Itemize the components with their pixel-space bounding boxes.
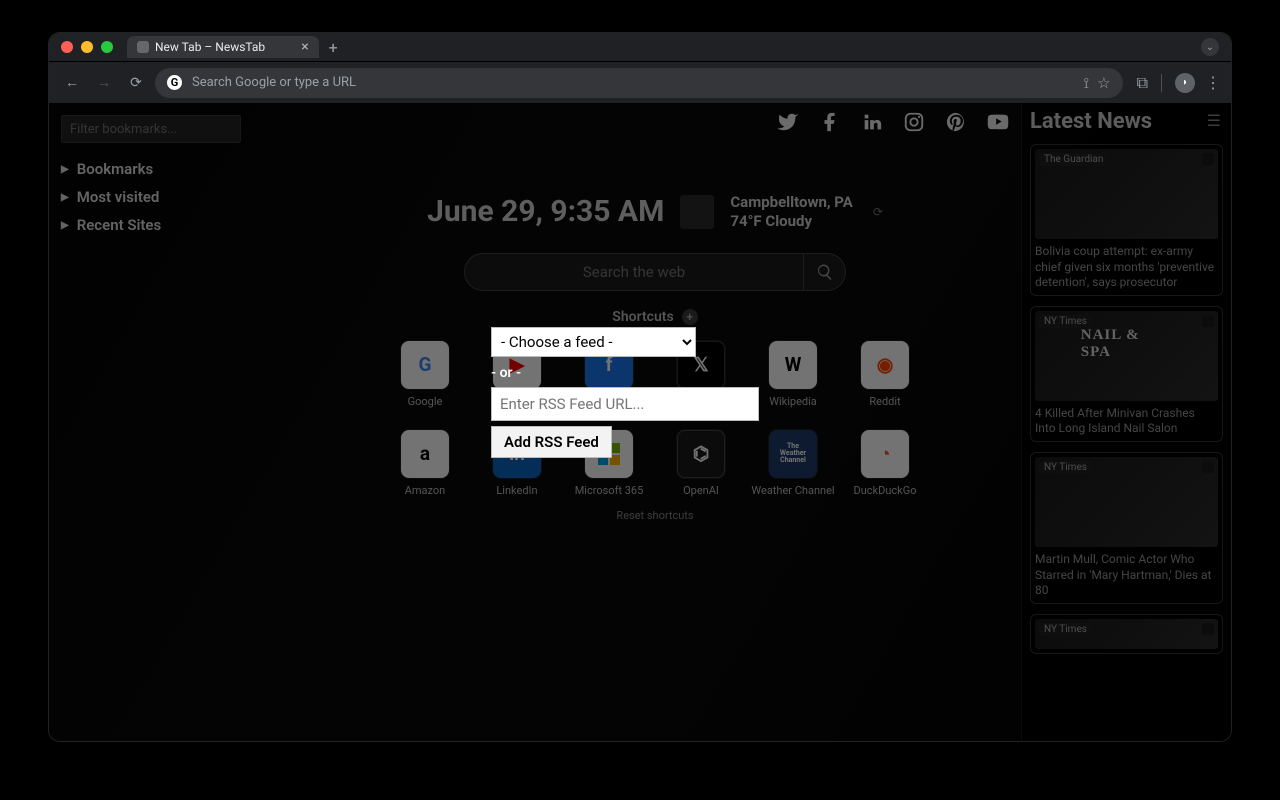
address-bar[interactable]: G Search Google or type a URL ⟟ ☆: [155, 68, 1123, 98]
news-menu-icon[interactable]: ☰: [1207, 111, 1221, 130]
close-window-button[interactable]: [61, 41, 73, 53]
filter-bookmarks-input[interactable]: [61, 115, 241, 143]
news-card[interactable]: NY Times NAIL & SPA 4 Killed After Miniv…: [1030, 306, 1223, 442]
clock-weather-row: June 29, 9:35 AM Campbelltown, PA 74°F C…: [427, 193, 883, 231]
news-card[interactable]: NY Times: [1030, 614, 1223, 654]
google-icon: G: [167, 75, 182, 90]
menu-dots-icon[interactable]: ⋮: [1205, 73, 1221, 92]
separator: [1161, 74, 1162, 92]
expand-icon: ▶: [61, 220, 69, 231]
search-icon: [816, 263, 834, 281]
weather-text: Campbelltown, PA 74°F Cloudy: [730, 193, 852, 231]
weather-location: Campbelltown, PA: [730, 193, 852, 212]
expand-icon: ▶: [61, 164, 69, 175]
source-favicon: [1202, 153, 1214, 165]
toolbar: ← → ⟳ G Search Google or type a URL ⟟ ☆ …: [49, 61, 1231, 103]
shortcut-reddit[interactable]: ◉Reddit: [840, 341, 930, 408]
datetime: June 29, 9:35 AM: [427, 194, 664, 229]
browser-tab[interactable]: New Tab – NewsTab ×: [127, 36, 319, 58]
news-sidebar: Latest News ☰ The Guardian Bolivia coup …: [1021, 103, 1231, 741]
tab-title: New Tab – NewsTab: [155, 40, 265, 54]
youtube-icon[interactable]: [987, 111, 1009, 133]
news-card[interactable]: The Guardian Bolivia coup attempt: ex-ar…: [1030, 144, 1223, 296]
sidebar-item-most-visited[interactable]: ▶Most visited: [61, 185, 277, 209]
tab-overflow-button[interactable]: ⌄: [1201, 38, 1219, 56]
forward-button[interactable]: →: [91, 70, 117, 96]
weather-condition: 74°F Cloudy: [730, 212, 852, 231]
source-favicon: [1202, 315, 1214, 327]
titlebar: New Tab – NewsTab × + ⌄: [49, 33, 1231, 61]
shortcut-amazon[interactable]: aAmazon: [380, 430, 470, 497]
news-headline: 4 Killed After Minivan Crashes Into Long…: [1035, 406, 1218, 437]
news-source: NY Times: [1039, 623, 1092, 636]
maximize-window-button[interactable]: [101, 41, 113, 53]
tab-favicon: [137, 41, 149, 53]
news-headline: Martin Mull, Comic Actor Who Starred in …: [1035, 552, 1218, 599]
tab-close-icon[interactable]: ×: [301, 39, 308, 55]
search-bar: [464, 253, 846, 291]
instagram-icon[interactable]: [903, 111, 925, 133]
news-image: NY Times NAIL & SPA: [1035, 311, 1218, 401]
expand-icon: ▶: [61, 192, 69, 203]
news-image: The Guardian: [1035, 149, 1218, 239]
weather-icon: [680, 195, 714, 229]
browser-window: New Tab – NewsTab × + ⌄ ← → ⟳ G Search G…: [48, 32, 1232, 742]
facebook-icon[interactable]: [819, 111, 841, 133]
social-icons: [777, 111, 1009, 133]
left-sidebar: ▶Bookmarks ▶Most visited ▶Recent Sites: [49, 103, 289, 741]
extensions-icon[interactable]: ⧉: [1137, 73, 1148, 93]
source-favicon: [1202, 623, 1214, 635]
reload-button[interactable]: ⟳: [123, 70, 149, 96]
new-tab-button[interactable]: +: [329, 38, 338, 57]
twitter-icon[interactable]: [777, 111, 799, 133]
news-title: Latest News: [1030, 109, 1223, 134]
pinterest-icon[interactable]: [945, 111, 967, 133]
reset-shortcuts-link[interactable]: Reset shortcuts: [616, 509, 693, 522]
back-button[interactable]: ←: [59, 70, 85, 96]
weather-refresh-icon[interactable]: ⟳: [873, 205, 883, 219]
news-card[interactable]: NY Times Martin Mull, Comic Actor Who St…: [1030, 452, 1223, 604]
add-feed-modal: - Choose a feed - - or - Add RSS Feed: [491, 327, 791, 458]
shortcut-duckduckgo[interactable]: ◔DuckDuckGo: [840, 430, 930, 497]
search-input[interactable]: [464, 253, 804, 291]
content-area: ▶Bookmarks ▶Most visited ▶Recent Sites J…: [49, 103, 1231, 741]
rss-url-input[interactable]: [491, 387, 759, 421]
shortcuts-heading: Shortcuts +: [612, 309, 697, 325]
shortcut-google[interactable]: GGoogle: [380, 341, 470, 408]
sidebar-item-bookmarks[interactable]: ▶Bookmarks: [61, 157, 277, 181]
bookmark-star-icon[interactable]: ☆: [1097, 74, 1110, 92]
minimize-window-button[interactable]: [81, 41, 93, 53]
news-image: NY Times: [1035, 619, 1218, 649]
linkedin-icon[interactable]: [861, 111, 883, 133]
news-image: NY Times: [1035, 457, 1218, 547]
news-headline: Bolivia coup attempt: ex-army chief give…: [1035, 244, 1218, 291]
add-shortcut-button[interactable]: +: [682, 309, 698, 325]
news-source: The Guardian: [1039, 153, 1108, 166]
image-sign-text: NAIL & SPA: [1081, 327, 1173, 361]
profile-avatar[interactable]: ◗: [1175, 73, 1195, 93]
window-controls: [61, 41, 113, 53]
source-favicon: [1202, 461, 1214, 473]
add-rss-feed-button[interactable]: Add RSS Feed: [491, 426, 612, 458]
sidebar-item-recent-sites[interactable]: ▶Recent Sites: [61, 213, 277, 237]
or-label: - or -: [491, 365, 791, 381]
omnibox-placeholder: Search Google or type a URL: [192, 75, 356, 90]
news-source: NY Times: [1039, 461, 1092, 474]
search-button[interactable]: [804, 253, 846, 291]
choose-feed-select[interactable]: - Choose a feed -: [491, 327, 696, 357]
location-icon[interactable]: ⟟: [1084, 74, 1090, 92]
